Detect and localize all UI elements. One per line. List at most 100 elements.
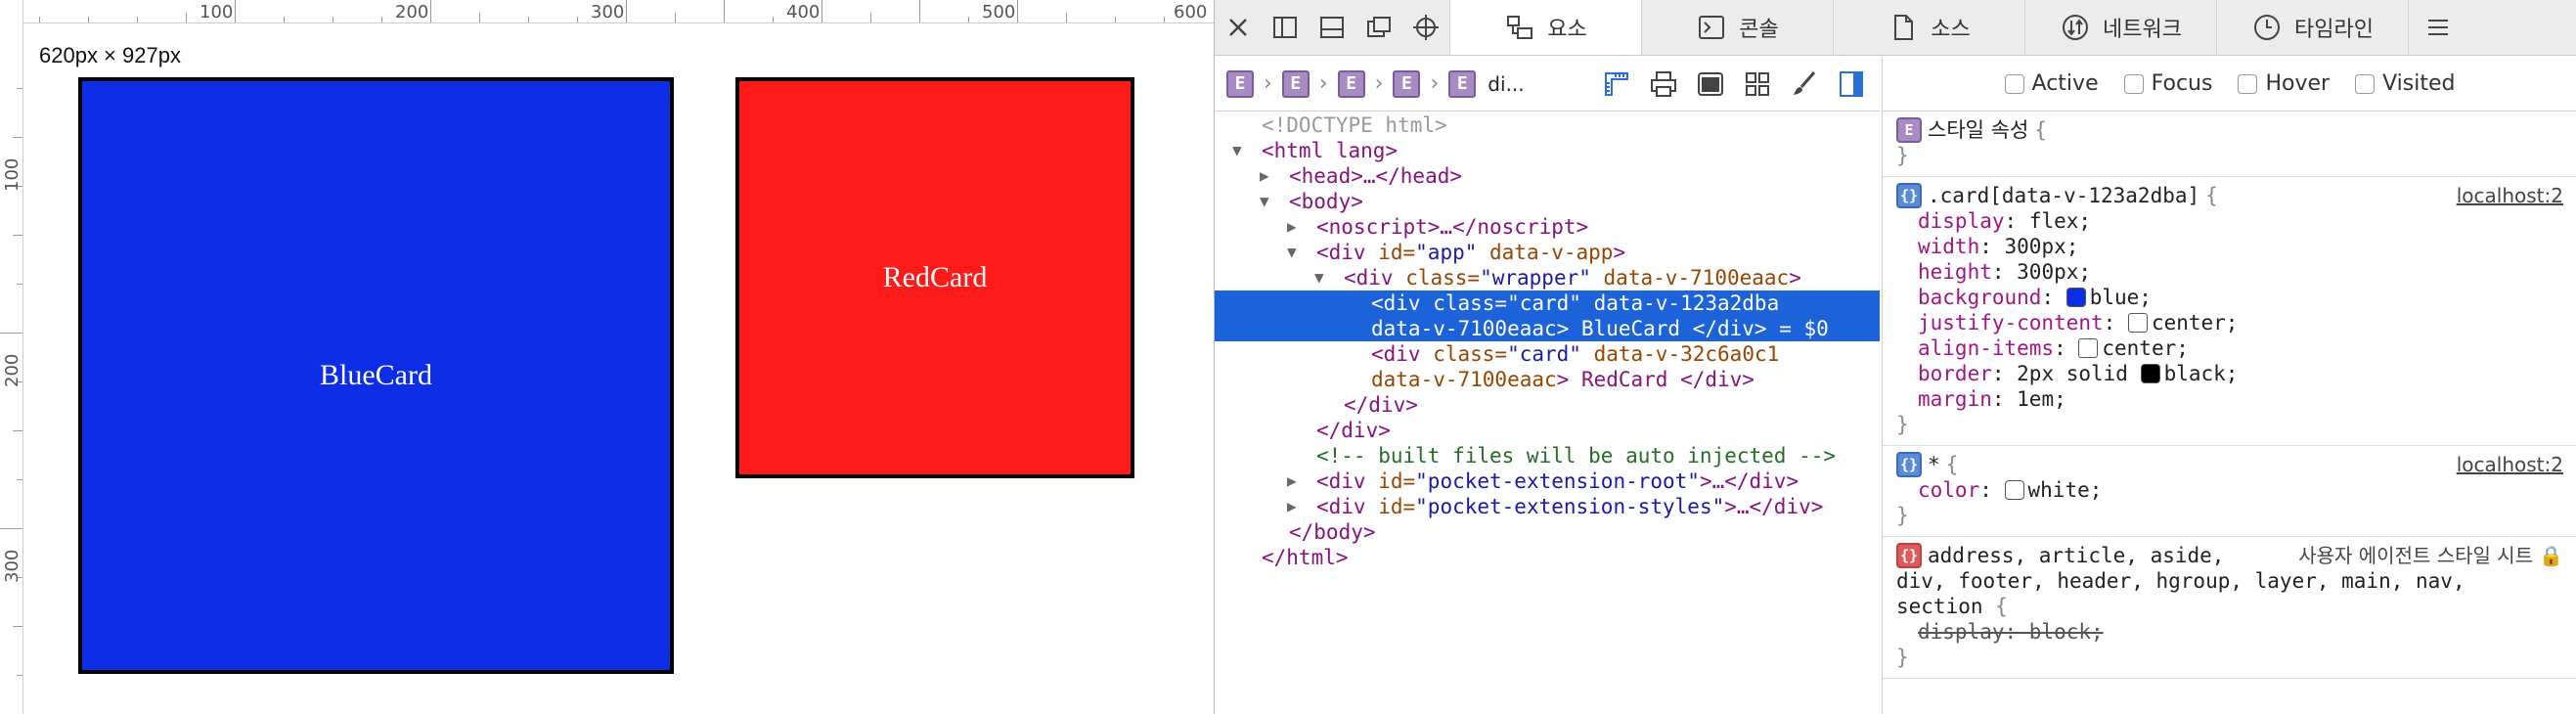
window-icon[interactable] xyxy=(1694,67,1727,101)
dom-node-html[interactable]: ▼ <html lang> xyxy=(1215,138,1880,163)
dom-node-body-close[interactable]: </body> xyxy=(1215,519,1880,545)
checkbox[interactable] xyxy=(2355,73,2376,94)
dock-bottom-button[interactable] xyxy=(1309,0,1355,55)
print-icon[interactable] xyxy=(1647,67,1680,101)
dom-node-html-close[interactable]: </html> xyxy=(1215,545,1880,570)
style-rule-element[interactable]: E 스타일 속성 { } xyxy=(1883,112,2576,177)
dom-node-pocket-styles[interactable]: ▶ <div id="pocket-extension-styles">…</di… xyxy=(1215,494,1880,519)
declaration[interactable]: border: 2px solid black; xyxy=(1896,361,2563,386)
tab-elements[interactable]: 요소 xyxy=(1449,0,1641,55)
paintbrush-icon[interactable] xyxy=(1788,67,1821,101)
ruler-label-v-200: 200 xyxy=(2,353,22,387)
breadcrumb-element-icon[interactable]: E xyxy=(1226,69,1254,98)
dom-node-bluecard-selected[interactable]: <div class="card" data-v-123a2dba xyxy=(1215,290,1880,316)
tab-console[interactable]: 콘솔 xyxy=(1641,0,1833,55)
dom-node-app[interactable]: ▼ <div id="app" data-v-app> xyxy=(1215,240,1880,265)
pseudo-hover-toggle[interactable]: Hover xyxy=(2238,71,2330,96)
ruler-label-v-300: 300 xyxy=(2,549,22,583)
stylesheet-link[interactable]: localhost:2 xyxy=(2457,183,2563,208)
select-element-button[interactable] xyxy=(1402,0,1449,55)
network-icon xyxy=(2063,15,2089,40)
element-style-title: 스타일 속성 xyxy=(1928,118,2029,142)
declaration[interactable]: align-items: center; xyxy=(1896,335,2563,361)
stylesheet-link[interactable]: localhost:2 xyxy=(2457,452,2563,477)
disclosure-closed-icon[interactable]: ▶ xyxy=(1287,214,1297,240)
dom-node-head[interactable]: ▶ <head>…</head> xyxy=(1215,163,1880,189)
tab-sources[interactable]: 소스 xyxy=(1833,0,2024,55)
breadcrumb-element-icon[interactable]: E xyxy=(1337,69,1365,98)
tab-network[interactable]: 네트워크 xyxy=(2024,0,2216,55)
disclosure-open-icon[interactable]: ▼ xyxy=(1314,265,1324,290)
dom-node-doctype[interactable]: <!DOCTYPE html> xyxy=(1215,112,1880,138)
checkbox[interactable] xyxy=(2238,73,2258,94)
disclosure-closed-icon[interactable]: ▶ xyxy=(1287,494,1297,519)
pseudo-visited-toggle[interactable]: Visited xyxy=(2355,71,2455,96)
css-rule-icon: {} xyxy=(1896,183,1922,208)
flex-alignment-icon[interactable] xyxy=(2078,338,2099,358)
checkbox[interactable] xyxy=(2123,73,2144,94)
ruler-label-400: 400 xyxy=(786,2,821,22)
dom-node-wrapper-close[interactable]: </div> xyxy=(1215,392,1880,418)
breadcrumb-element-icon[interactable]: E xyxy=(1393,69,1421,98)
declaration[interactable]: margin: 1em; xyxy=(1896,386,2563,412)
breadcrumb-element-icon[interactable]: E xyxy=(1448,69,1477,98)
ruler-label-200: 200 xyxy=(395,2,429,22)
disclosure-open-icon[interactable]: ▼ xyxy=(1260,189,1269,214)
layout-grid-icon[interactable] xyxy=(1741,67,1774,101)
color-swatch[interactable] xyxy=(2065,288,2086,307)
console-icon xyxy=(1699,16,1725,39)
pseudo-active-toggle[interactable]: Active xyxy=(2004,71,2099,96)
lock-icon: 🔒 xyxy=(2539,544,2563,567)
vertical-ruler: 100 200 300 xyxy=(0,0,23,714)
disclosure-open-icon[interactable]: ▼ xyxy=(1232,138,1242,163)
breadcrumb-current-label[interactable]: di... xyxy=(1488,72,1524,96)
overridden-declaration[interactable]: display: block; xyxy=(1896,619,2563,645)
red-card[interactable]: RedCard xyxy=(735,77,1134,478)
style-rule-card[interactable]: localhost:2 {} .card[data-v-123a2dba] { … xyxy=(1883,177,2576,446)
blue-card[interactable]: BlueCard xyxy=(78,77,674,674)
close-icon xyxy=(1229,19,1247,36)
dom-node-wrapper[interactable]: ▼ <div class="wrapper" data-v-7100eaac> xyxy=(1215,265,1880,290)
dom-node-pocket-root[interactable]: ▶ <div id="pocket-extension-root">…</div> xyxy=(1215,469,1880,494)
crosshair-icon xyxy=(1413,15,1439,40)
declaration[interactable]: color: white; xyxy=(1896,477,2563,503)
declaration[interactable]: height: 300px; xyxy=(1896,259,2563,285)
color-swatch[interactable] xyxy=(2140,364,2160,383)
dom-node-noscript[interactable]: ▶ <noscript>…</noscript> xyxy=(1215,214,1880,240)
disclosure-open-icon[interactable]: ▼ xyxy=(1287,240,1297,265)
checkbox[interactable] xyxy=(2004,73,2024,94)
declaration[interactable]: display: flex; xyxy=(1896,208,2563,234)
disclosure-closed-icon[interactable]: ▶ xyxy=(1287,469,1297,494)
dom-node-body[interactable]: ▼ <body> xyxy=(1215,189,1880,214)
pseudo-focus-toggle[interactable]: Focus xyxy=(2123,71,2212,96)
ruler-icon[interactable] xyxy=(1600,67,1633,101)
dom-node-comment[interactable]: <!-- built files will be auto injected -… xyxy=(1215,443,1880,469)
detach-window-icon xyxy=(1367,17,1391,37)
breadcrumb-element-icon[interactable]: E xyxy=(1281,69,1310,98)
page-preview: 100 200 300 400 500 600 100 200 300 620p… xyxy=(0,0,1214,714)
styles-sidebar: Active Focus Hover Visited E 스타일 속성 { } … xyxy=(1882,57,2576,714)
dom-node-bluecard-selected-cont[interactable]: data-v-7100eaac> BlueCard </div> = $0 xyxy=(1215,316,1880,341)
style-rule-user-agent[interactable]: 사용자 에이전트 스타일 시트 🔒 {} address, article, as… xyxy=(1883,537,2576,679)
chevron-right-icon: › xyxy=(1318,71,1328,96)
style-rule-universal[interactable]: localhost:2 {} * { color: white; } xyxy=(1883,446,2576,537)
web-inspector: 요소 콘솔 소스 네트워크 타임라인 E › E › E › E › E di.… xyxy=(1214,0,2576,714)
declaration[interactable]: background: blue; xyxy=(1896,285,2563,310)
color-swatch[interactable] xyxy=(2004,480,2024,500)
close-inspector-button[interactable] xyxy=(1215,0,1262,55)
ua-rule-icon: {} xyxy=(1896,543,1922,568)
detach-window-button[interactable] xyxy=(1355,0,1402,55)
sidebar-toggle-icon[interactable] xyxy=(1835,67,1868,101)
more-tabs-button[interactable] xyxy=(2408,0,2466,55)
blue-card-label: BlueCard xyxy=(320,359,432,391)
dom-node-app-close[interactable]: </div> xyxy=(1215,418,1880,443)
dock-side-button[interactable] xyxy=(1262,0,1309,55)
declaration[interactable]: width: 300px; xyxy=(1896,234,2563,259)
flex-alignment-icon[interactable] xyxy=(2127,313,2148,333)
tab-timeline[interactable]: 타임라인 xyxy=(2216,0,2408,55)
dom-node-redcard[interactable]: <div class="card" data-v-32c6a0c1 xyxy=(1215,341,1880,367)
declaration[interactable]: justify-content: center; xyxy=(1896,310,2563,335)
disclosure-closed-icon[interactable]: ▶ xyxy=(1260,163,1269,189)
pseudo-class-toggles: Active Focus Hover Visited xyxy=(1883,57,2576,112)
dom-node-redcard-cont[interactable]: data-v-7100eaac> RedCard </div> xyxy=(1215,367,1880,392)
